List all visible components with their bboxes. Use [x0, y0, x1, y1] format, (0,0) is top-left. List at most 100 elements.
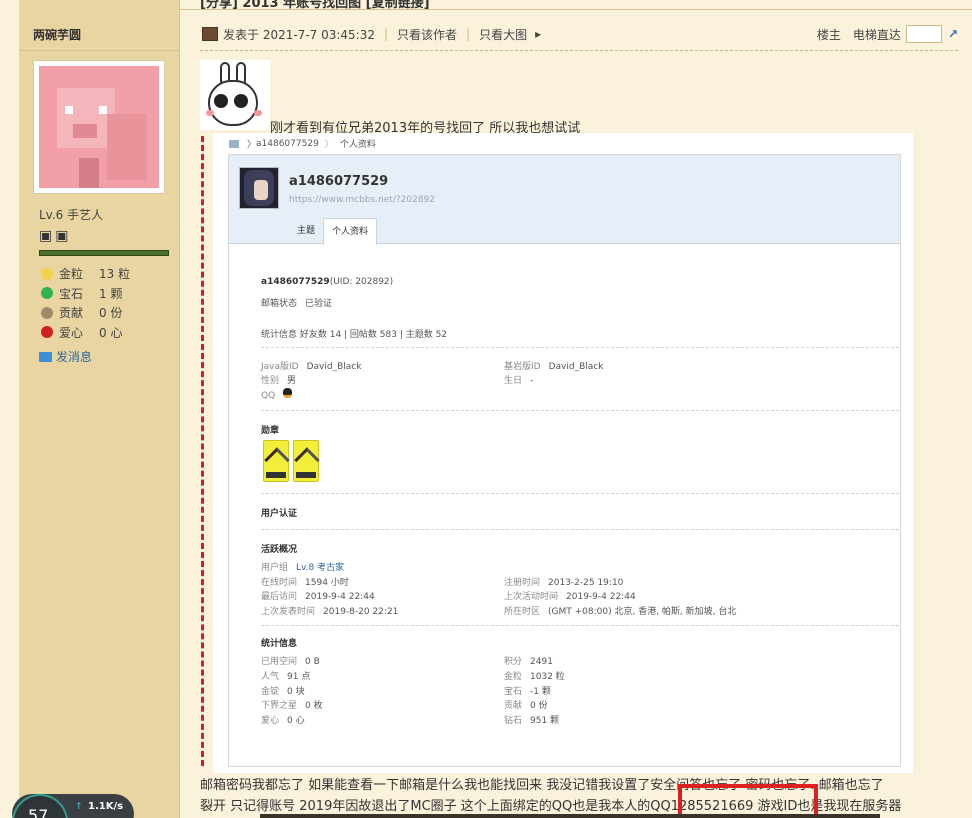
qq-key: QQ [261, 391, 276, 401]
pig-eye [65, 106, 73, 114]
group-badge-icon: ▣▣ [39, 228, 72, 244]
timezone: 所在时区 (GMT +08:00) 北京, 香港, 帕斯, 新加坡, 台北 [504, 604, 736, 617]
timezone-key: 所在时区 [504, 607, 541, 617]
pig-eye [99, 106, 107, 114]
last-visit-value: 2019-9-4 22:44 [305, 592, 375, 602]
mcbbs-label [296, 472, 316, 478]
gem-key: 宝石 [504, 687, 523, 697]
stat-value: 0 份 [99, 306, 123, 321]
upload-arrow-icon: ↑ [75, 802, 83, 812]
author-sidebar: 两碗芋圆 Lv.6 手艺人 ▣▣ 金粒 13 粒 宝石 1 颗 贡献 0 份 爱… [19, 0, 180, 818]
separator: | [384, 27, 389, 41]
level-progress-bar [39, 250, 169, 256]
stats-line: 统计信息 好友数 14 | 回帖数 583 | 主题数 52 [261, 330, 448, 340]
java-id-value: David_Black [306, 362, 362, 372]
verify-title: 用户认证 [261, 509, 298, 519]
diamond-value: 951 颗 [530, 716, 560, 726]
user-group: 用户组 Lv.8 考古家 [261, 560, 344, 573]
avatar[interactable] [33, 60, 165, 194]
ingot-key: 金锭 [261, 687, 280, 697]
image-edge [260, 814, 880, 818]
profile-screenshot-image: 〉 a1486077529 〉 个人资料 a1486077529 https:/… [213, 133, 913, 773]
only-big-image-link[interactable]: 只看大图 [479, 26, 527, 43]
online-value: 1594 小时 [305, 578, 349, 588]
last-post: 上次发表时间 2019-8-20 22:21 [261, 604, 398, 617]
user-group-value: Lv.8 考古家 [296, 563, 345, 573]
bedrock-id: 基岩版ID David_Black [504, 359, 603, 372]
divider [261, 625, 899, 626]
pickaxe-medal-icon [293, 440, 320, 482]
post-text-line: 邮箱密码我都忘了 如果能查看一下邮箱是什么我也能找回来 我没记错我设置了安全问答… [200, 778, 884, 793]
space-value: 0 B [305, 657, 320, 667]
breadcrumb: 〉 a1486077529 〉 个人资料 [229, 137, 376, 150]
popularity-key: 人气 [261, 672, 280, 682]
floor-jump-input[interactable] [905, 25, 942, 43]
send-message-label: 发消息 [56, 350, 93, 364]
gold: 金粒 1032 粒 [504, 669, 565, 682]
email-status-value: 已验证 [305, 299, 333, 309]
diamond: 钻石 951 颗 [504, 713, 559, 726]
uid-name: a1486077529 [261, 277, 330, 287]
pig-avatar-image [39, 66, 159, 188]
crumb-arrow: 〉 [324, 140, 334, 150]
divider [261, 410, 899, 411]
profile-header: a1486077529 https://www.mcbbs.net/?20289… [229, 155, 900, 245]
profile-card: a1486077529 https://www.mcbbs.net/?20289… [228, 154, 901, 767]
birthday-key: 生日 [504, 376, 523, 386]
crumb-arrow: 〉 [247, 140, 257, 150]
author-stats: 金粒 13 粒 宝石 1 颗 贡献 0 份 爱心 0 心 [41, 264, 130, 342]
ingot-value: 0 块 [287, 687, 305, 697]
more-arrow-icon[interactable]: ▸ [535, 27, 541, 41]
rabbit-eye [214, 94, 228, 108]
contribution-value: 0 份 [530, 701, 548, 711]
gold-value: 1032 粒 [530, 672, 565, 682]
nether-star-key: 下界之星 [261, 701, 298, 711]
nether-star: 下界之星 0 枚 [261, 698, 323, 711]
online-key: 在线时间 [261, 578, 298, 588]
score: 积分 2491 [504, 654, 553, 667]
profile-avatar [239, 167, 279, 209]
popularity: 人气 91 点 [261, 669, 310, 682]
qq-penguin-icon [283, 388, 293, 398]
stat-row: 爱心 0 心 [41, 323, 130, 343]
profile-tabs: 主题 个人资料 [289, 218, 378, 245]
send-message-link[interactable]: 发消息 [39, 348, 92, 365]
contribution-icon [41, 306, 53, 319]
java-id-key: Java版ID [261, 362, 299, 372]
tab-profile: 个人资料 [323, 218, 378, 245]
highlight-box [678, 784, 818, 818]
user-level[interactable]: Lv.6 手艺人 [39, 206, 103, 223]
home-icon [229, 139, 239, 148]
last-active-value: 2019-9-4 22:44 [566, 592, 636, 602]
network-monitor-widget[interactable]: 57 ↑ 1.1K/s [12, 794, 134, 818]
stat-value: 13 粒 [99, 267, 131, 282]
ingot: 金锭 0 块 [261, 684, 305, 697]
mcbbs-label [266, 472, 286, 478]
stat-value: 0 心 [99, 325, 123, 340]
stat-label: 贡献 [59, 306, 84, 321]
go-button-icon[interactable]: ↗ [948, 27, 958, 41]
info-title: 统计信息 [261, 639, 298, 649]
java-id: Java版ID David_Black [261, 359, 361, 372]
pickaxe-medal-icon [263, 440, 290, 482]
contribution: 贡献 0 份 [504, 698, 548, 711]
divider [261, 529, 899, 530]
crumb-user: a1486077529 [256, 138, 319, 149]
love-key: 爱心 [261, 716, 280, 726]
love: 爱心 0 心 [261, 713, 305, 726]
birthday-value: - [530, 376, 534, 386]
timezone-value: (GMT +08:00) 北京, 香港, 帕斯, 新加坡, 台北 [548, 607, 737, 617]
score-value: 2491 [530, 657, 553, 667]
only-author-link[interactable]: 只看该作者 [397, 26, 457, 43]
gold-key: 金粒 [504, 672, 523, 682]
email-status-key: 邮箱状态 [261, 299, 298, 309]
user-group-key: 用户组 [261, 563, 289, 573]
separator: | [466, 27, 471, 41]
medals-title: 勋章 [261, 426, 280, 436]
uid-line: a1486077529(UID: 202892) [261, 277, 393, 287]
rabbit-cheek [206, 110, 214, 116]
online-time: 在线时间 1594 小时 [261, 575, 349, 588]
gender-value: 男 [287, 376, 297, 386]
author-name[interactable]: 两碗芋圆 [33, 26, 81, 43]
divider [261, 347, 899, 348]
